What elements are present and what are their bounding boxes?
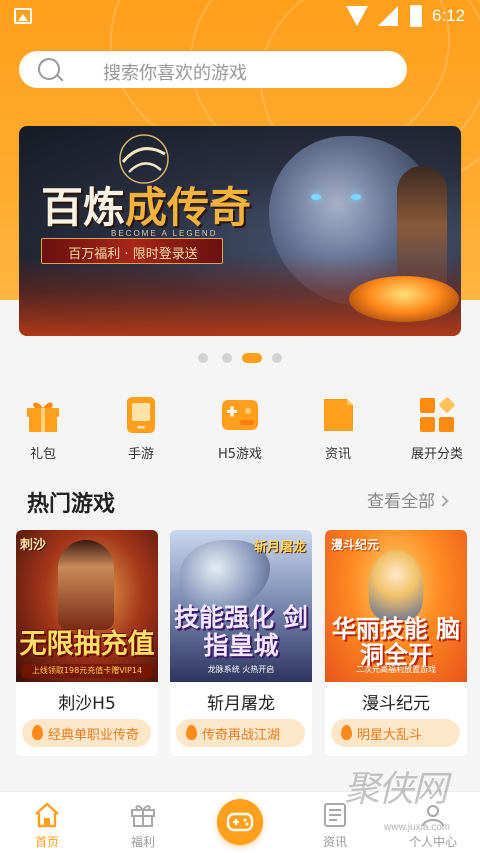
game-art-logo: 漫斗纪元 [331,538,380,552]
nav-games-button[interactable] [217,799,263,845]
game-art-headline: 技能强化 剑指皇城 [174,603,308,660]
search-placeholder: 搜索你喜欢的游戏 [103,63,247,84]
game-name: 漫斗纪元 [362,694,430,714]
game-art-strip: 上线领取198元充值卡赠VIP14 [22,664,152,678]
game-art-logo: 刺沙 [20,538,47,553]
watermark-url: www.juxia.com [384,822,451,833]
watermark: 聚侠网 www.juxia.com [344,760,474,842]
carousel-dot[interactable] [198,353,208,363]
game-name: 斩月屠龙 [207,694,275,714]
category-gift[interactable]: 礼包 [13,396,73,462]
game-tag-text: 经典单职业传奇 [48,728,140,743]
nav-label: 首页 [34,835,59,849]
gift-icon [24,396,62,434]
chevron-right-icon [437,495,449,507]
category-mobile-games[interactable]: 手游 [111,396,171,462]
game-tag: 经典单职业传奇 [22,719,151,747]
game-art-headline: 无限抽充值 [19,629,155,660]
flame-icon [341,725,352,740]
carousel-indicator [198,353,282,363]
flame-icon [32,725,43,740]
image-notification-icon [14,8,32,24]
game-name: 刺沙H5 [58,694,116,714]
banner-subtitle: BECOME A LEGEND [111,229,218,238]
grid-icon [418,396,456,434]
see-all-label: 查看全部 [367,492,435,512]
status-bar: 6:12 [0,0,480,34]
hot-games-title: 热门游戏 [27,492,116,517]
see-all-link[interactable]: 查看全部 [367,487,449,512]
game-art-strip: 龙脉系统 火热开启 [207,665,275,674]
clock: 6:12 [432,6,466,25]
game-card[interactable]: 刺沙 无限抽充值 上线领取198元充值卡赠VIP14 刺沙H5 经典单职业传奇 [16,530,158,756]
game-card-art: 漫斗纪元 华丽技能 脑洞全开 二次元高福利放置游戏 [325,530,467,682]
banner-beast-eye [311,194,321,200]
banner-beast-eye [351,194,361,200]
game-tag-text: 传奇再战江湖 [202,728,281,743]
search-icon [38,58,60,80]
gift-icon [130,802,156,828]
category-h5-games[interactable]: H5游戏 [210,396,270,462]
game-art-headline: 华丽技能 脑洞全开 [331,614,461,669]
game-art-strip: 二次元高福利放置游戏 [356,665,436,674]
banner-title: 百炼成传奇 [41,183,252,232]
signal-icon [378,6,398,26]
category-label: 礼包 [29,447,56,462]
nav-welfare[interactable]: 福利 [108,798,178,850]
game-art-character [369,550,423,620]
watermark-text: 聚侠网 [344,769,448,810]
battery-icon [410,5,422,27]
category-expand[interactable]: 展开分类 [407,396,467,462]
game-card-art: 斩月屠龙 技能强化 剑指皇城 龙脉系统 火热开启 [170,530,312,682]
game-tag: 传奇再战江湖 [176,719,305,747]
carousel-dot[interactable] [222,353,232,363]
banner-cauldron-art [349,276,459,322]
news-icon [319,396,357,434]
nav-label: 福利 [130,835,155,849]
carousel-dot-active[interactable] [242,353,262,363]
banner-ribbon: 百万福利 · 限时登录送 [41,238,223,264]
category-news[interactable]: 资讯 [308,396,368,462]
game-art-character [58,540,114,630]
search-bar[interactable]: 搜索你喜欢的游戏 [19,51,407,88]
gamepad-icon [221,396,259,434]
home-icon [34,802,60,828]
category-label: 展开分类 [410,447,463,462]
game-art-logo: 斩月屠龙 [254,540,307,555]
flame-icon [186,725,197,740]
nav-home[interactable]: 首页 [12,798,82,850]
game-card[interactable]: 斩月屠龙 技能强化 剑指皇城 龙脉系统 火热开启 斩月屠龙 传奇再战江湖 [170,530,312,756]
phone-icon [122,396,160,434]
gamepad-icon [226,812,254,832]
game-tag: 明星大乱斗 [331,719,460,747]
category-label: 资讯 [324,447,351,462]
game-tag-text: 明星大乱斗 [357,728,423,743]
carousel-dot[interactable] [272,353,282,363]
wifi-icon [346,6,368,26]
promo-banner[interactable]: 百炼成传奇 BECOME A LEGEND 百万福利 · 限时登录送 [19,126,461,336]
app-screen: 6:12 搜索你喜欢的游戏 百炼成传奇 BECOME A LEGEND 百万福利… [0,0,480,853]
category-label: H5游戏 [217,447,263,462]
game-card[interactable]: 漫斗纪元 华丽技能 脑洞全开 二次元高福利放置游戏 漫斗纪元 明星大乱斗 [325,530,467,756]
game-card-art: 刺沙 无限抽充值 上线领取198元充值卡赠VIP14 [16,530,158,682]
category-label: 手游 [127,447,154,462]
